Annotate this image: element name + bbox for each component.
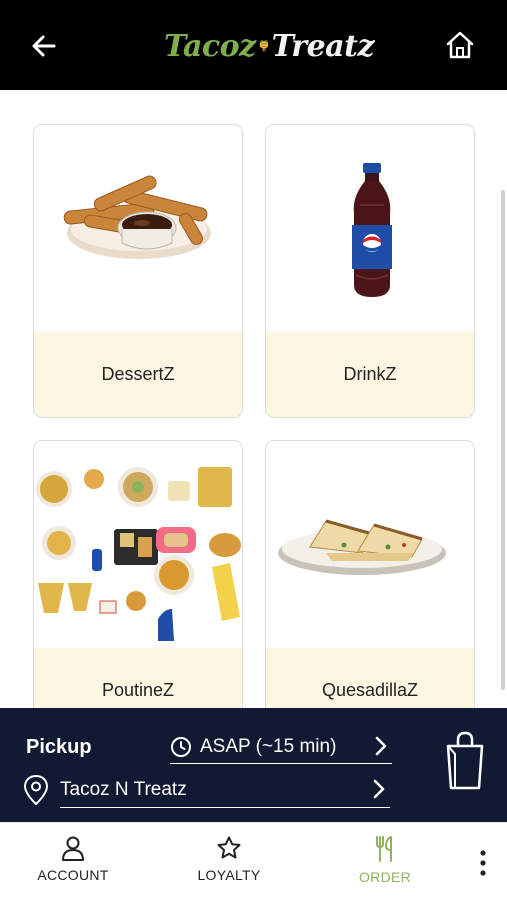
category-card-drinks[interactable]: DrinkZ (265, 124, 475, 418)
category-label: QuesadillaZ (266, 648, 474, 708)
churros-image (34, 125, 242, 332)
bottom-navigation: ACCOUNT LOYALTY ORDER (0, 822, 507, 900)
category-label: DrinkZ (266, 332, 474, 417)
shopping-bag-icon (446, 731, 484, 790)
logo-word-right: Treatz (271, 28, 375, 64)
category-card-poutines[interactable]: PoutineZ (33, 440, 243, 708)
arrow-left-icon (32, 35, 56, 57)
pickup-time-selector[interactable]: ASAP (~15 min) (170, 730, 392, 764)
quesadilla-image (266, 441, 474, 648)
nav-account[interactable]: ACCOUNT (18, 835, 128, 891)
back-button[interactable] (28, 30, 60, 62)
category-label: PoutineZ (34, 648, 242, 708)
chevron-right-icon (375, 736, 387, 756)
tacoz-treatz-logo: Tacoz Treatz (164, 22, 375, 70)
fork-knife-icon (376, 836, 392, 862)
clock-icon (171, 736, 191, 757)
pickup-location-text: Tacoz N Treatz (60, 778, 187, 800)
logo-word-left: Tacoz (164, 28, 256, 64)
location-pin-icon (23, 774, 49, 806)
pickup-time-text: ASAP (~15 min) (200, 735, 337, 757)
home-button[interactable] (443, 28, 477, 62)
category-grid[interactable]: DessertZ DrinkZ PoutineZ QuesadillaZ (0, 90, 507, 708)
food-spread-image (34, 441, 242, 648)
chevron-right-icon (373, 779, 385, 799)
category-card-desserts[interactable]: DessertZ (33, 124, 243, 418)
pepsi-bottle-image (266, 125, 474, 332)
nav-loyalty-label: LOYALTY (197, 867, 261, 883)
pickup-label: Pickup (26, 736, 92, 758)
star-icon (217, 836, 241, 859)
pickup-location-selector[interactable]: Tacoz N Treatz (22, 772, 392, 808)
app-header: Tacoz Treatz (0, 0, 507, 90)
person-icon (62, 836, 84, 861)
home-icon (446, 31, 474, 59)
category-card-quesadillas[interactable]: QuesadillaZ (265, 440, 475, 708)
shopping-bag-button[interactable] (442, 730, 488, 792)
nav-account-label: ACCOUNT (37, 867, 109, 883)
nav-order-label: ORDER (358, 869, 412, 885)
scrollbar[interactable] (501, 190, 505, 690)
more-vertical-icon (480, 850, 486, 876)
pickup-bar: Pickup ASAP (~15 min) Tacoz N Treatz (0, 708, 507, 822)
taco-mascot-icon (258, 40, 269, 52)
category-label: DessertZ (34, 332, 242, 417)
nav-loyalty[interactable]: LOYALTY (174, 835, 284, 891)
more-options-button[interactable] (474, 847, 492, 879)
nav-order[interactable]: ORDER (330, 835, 440, 891)
